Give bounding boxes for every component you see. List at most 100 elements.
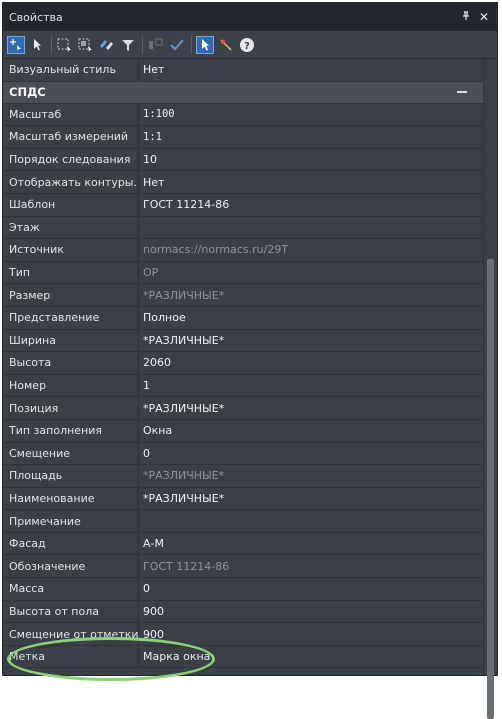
property-row[interactable]: Тип заполнения Окна [3, 419, 483, 443]
property-value[interactable] [139, 510, 483, 532]
property-value[interactable]: 2060 [139, 352, 483, 374]
svg-text:?: ? [244, 41, 250, 52]
pointer-icon[interactable] [28, 36, 46, 54]
property-value[interactable]: 1:1 [139, 126, 483, 148]
property-row[interactable]: Ширина *РАЗЛИЧНЫЕ* [3, 329, 483, 353]
property-row[interactable]: Площадь *РАЗЛИЧНЫЕ* [3, 465, 483, 488]
property-value[interactable]: ОР [139, 262, 483, 284]
property-row[interactable]: Шаблон ГОСТ 11214-86 [3, 193, 483, 217]
property-row[interactable]: Позиция *РАЗЛИЧНЫЕ* [3, 397, 483, 420]
property-row[interactable]: Порядок следования 10 [3, 148, 483, 172]
property-value[interactable]: ГОСТ 11214-86 [139, 194, 483, 216]
property-value[interactable]: 900 [139, 623, 483, 645]
property-value[interactable]: *РАЗЛИЧНЫЕ* [139, 465, 483, 487]
property-name: Наименование [3, 487, 139, 510]
property-value[interactable]: 1:100 [139, 104, 483, 126]
property-value[interactable]: 0 [139, 578, 483, 600]
property-name: Визуальный стиль [3, 59, 139, 81]
property-row[interactable]: Метка Марка окна [3, 645, 483, 669]
property-row[interactable]: Смещение 0 [3, 442, 483, 466]
add-selection-icon[interactable] [7, 35, 25, 54]
property-row[interactable]: Масса 0 [3, 578, 483, 601]
property-name: Фасад [3, 532, 139, 555]
property-row[interactable]: Масштаб 1:100 [3, 103, 483, 127]
section-header-spds[interactable]: СПДС [3, 81, 483, 104]
filter-icon[interactable] [119, 36, 137, 54]
property-value[interactable]: *РАЗЛИЧНЫЕ* [139, 488, 483, 510]
property-row[interactable]: Размер *РАЗЛИЧНЫЕ* [3, 284, 483, 307]
property-row[interactable]: Отображать контуры... Нет [3, 171, 483, 194]
property-name: Этаж [3, 216, 139, 239]
property-name: Смещение [3, 442, 139, 465]
property-row[interactable]: Обозначение ГОСТ 11214-86 [3, 555, 483, 579]
property-row[interactable]: Визуальный стиль Нет [3, 59, 483, 82]
property-value[interactable]: А-М [139, 533, 483, 555]
help-icon[interactable]: ? [238, 36, 256, 54]
toolbar-separator [191, 35, 192, 54]
property-value[interactable]: Окна [139, 420, 483, 442]
filter-disabled-icon[interactable] [147, 36, 165, 54]
titlebar: Свойства ✕ [3, 3, 497, 31]
properties-palette: Свойства ✕ ? Визуальный стиль Нет СПДС М… [2, 2, 498, 719]
property-row[interactable]: Тип ОР [3, 261, 483, 285]
property-value[interactable]: 0 [139, 443, 483, 465]
property-value[interactable]: normacs://normacs.ru/29T [139, 239, 483, 261]
property-value[interactable]: Нет [139, 171, 483, 193]
property-name: Ширина [3, 329, 139, 352]
property-value[interactable]: ГОСТ 11214-86 [139, 555, 483, 577]
property-name: Смещение от отметки [3, 623, 139, 645]
select-window-icon[interactable] [77, 36, 95, 54]
property-name: Тип заполнения [3, 419, 139, 442]
property-value[interactable]: 1 [139, 375, 483, 397]
property-name: Источник [3, 239, 139, 261]
section-label: СПДС [9, 85, 46, 100]
property-row[interactable]: Этаж [3, 216, 483, 240]
property-name: Масштаб измерений [3, 126, 139, 148]
property-name: Высота от пола [3, 600, 139, 623]
property-row[interactable]: Масштаб измерений 1:1 [3, 126, 483, 149]
property-name: Метка [3, 645, 139, 668]
close-icon[interactable]: ✕ [477, 10, 491, 24]
collapse-icon[interactable] [457, 91, 467, 94]
quick-select-icon[interactable] [217, 36, 235, 54]
scrollbar[interactable] [483, 59, 497, 719]
property-row[interactable]: Высота от пола 900 [3, 600, 483, 624]
property-row[interactable]: Примечание [3, 510, 483, 533]
property-name: Масштаб [3, 103, 139, 126]
property-row[interactable]: Источник normacs://normacs.ru/29T [3, 239, 483, 262]
property-name: Размер [3, 284, 139, 306]
property-name: Представление [3, 306, 139, 329]
property-value[interactable]: Полное [139, 307, 483, 329]
property-value[interactable] [139, 217, 483, 239]
property-value[interactable]: 10 [139, 149, 483, 171]
property-rows: Масштаб 1:100 Масштаб измерений 1:1 Порядок … [3, 103, 483, 669]
filter-check-icon[interactable] [168, 36, 186, 54]
property-row[interactable]: Высота 2060 [3, 352, 483, 375]
scrollbar-thumb[interactable] [487, 259, 494, 719]
property-name: Высота [3, 352, 139, 374]
property-value[interactable]: *РАЗЛИЧНЫЕ* [139, 284, 483, 306]
select-objects-icon[interactable] [98, 36, 116, 54]
property-row[interactable]: Смещение от отметки 900 [3, 623, 483, 646]
property-grid: Визуальный стиль Нет СПДС Масштаб 1:100 Ма… [3, 59, 483, 675]
toolbar-separator [51, 35, 52, 54]
select-mode-icon[interactable] [196, 35, 214, 54]
property-row[interactable]: Наименование *РАЗЛИЧНЫЕ* [3, 487, 483, 511]
property-value[interactable]: Нет [139, 59, 483, 81]
property-value[interactable]: *РАЗЛИЧНЫЕ* [139, 330, 483, 352]
select-region-icon[interactable] [56, 36, 74, 54]
toolbar-separator [142, 35, 143, 54]
property-row[interactable]: Представление Полное [3, 306, 483, 330]
property-name: Масса [3, 578, 139, 600]
window-title: Свойства [9, 10, 63, 24]
property-value[interactable]: 900 [139, 601, 483, 623]
property-row[interactable]: Фасад А-М [3, 532, 483, 556]
property-name: Порядок следования [3, 148, 139, 171]
property-row[interactable]: Номер 1 [3, 374, 483, 398]
property-name: Тип [3, 261, 139, 284]
property-value[interactable]: Марка окна [139, 646, 483, 668]
pin-icon[interactable] [459, 10, 473, 24]
property-name: Шаблон [3, 193, 139, 216]
property-name: Обозначение [3, 555, 139, 578]
property-value[interactable]: *РАЗЛИЧНЫЕ* [139, 397, 483, 419]
